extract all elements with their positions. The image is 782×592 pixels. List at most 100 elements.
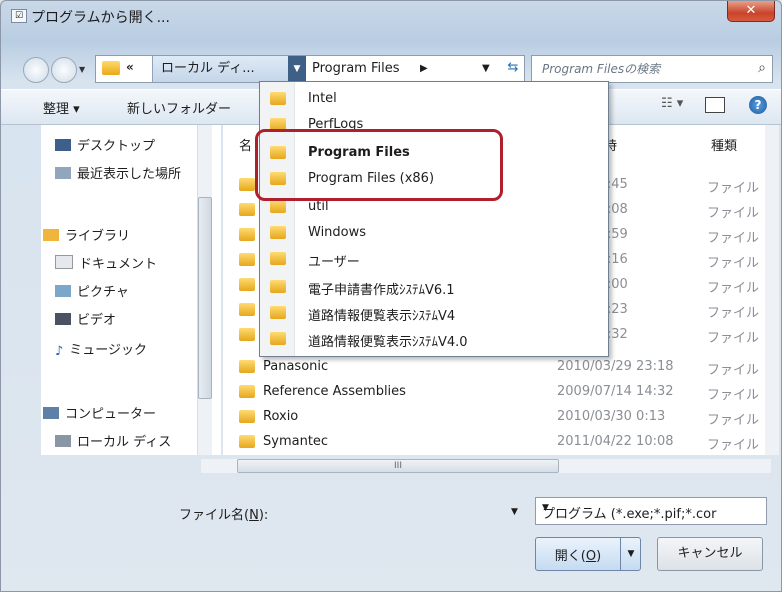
open-options-dropdown[interactable]: ▼ — [620, 538, 641, 570]
chevron-left-icon[interactable]: « — [126, 60, 134, 74]
dropdown-item-label: 電子申請書作成ｼｽﾃﾑV6.1 — [308, 283, 455, 298]
row-type: ファイル — [707, 181, 760, 196]
search-icon[interactable]: ⌕ — [758, 60, 766, 76]
table-row[interactable]: Symantec 2011/04/22 10:08 ファイル — [239, 430, 759, 455]
address-bar[interactable]: « ローカル ディ... ▼ Program Files ▶ ▼ — [95, 55, 525, 83]
music-icon: ♪ — [55, 344, 64, 359]
folder-icon — [239, 410, 255, 423]
dialog-icon: ☑ — [11, 9, 27, 23]
filename-label-suffix: ): — [258, 508, 269, 523]
desktop-icon — [55, 139, 71, 151]
breadcrumb-dropdown-button[interactable]: ▼ — [288, 56, 306, 82]
highlight-annotation — [255, 129, 503, 201]
dropdown-item-road-info-v40[interactable]: 道路情報便覧表示ｼｽﾃﾑV4.0 — [270, 326, 600, 352]
folder-icon — [239, 178, 255, 191]
recent-places-icon — [55, 167, 71, 179]
nav-item-libraries[interactable]: ライブラリ — [43, 225, 130, 244]
forward-button[interactable] — [51, 57, 77, 83]
file-type-select[interactable]: プログラム (*.exe;*.pif;*.cor ▼ — [535, 497, 767, 525]
nav-label: ドキュメント — [79, 257, 158, 272]
row-date: 2011/04/22 10:08 — [557, 434, 674, 449]
row-type: ファイル — [707, 363, 760, 378]
close-button[interactable]: ✕ — [727, 1, 775, 22]
open-label-suffix: ) — [596, 549, 602, 564]
videos-icon — [55, 313, 71, 325]
title-bar[interactable]: ☑ プログラムから開く... ✕ — [1, 1, 781, 33]
table-row[interactable]: Reference Assemblies 2009/07/14 14:32 ファイル — [239, 380, 759, 405]
dropdown-item-users[interactable]: ユーザー — [270, 246, 600, 272]
dropdown-item-label: ユーザー — [308, 255, 360, 270]
open-button[interactable]: 開く(O) ▼ — [535, 537, 641, 571]
search-input[interactable]: Program Filesの検索 ⌕ — [531, 55, 773, 83]
dropdown-item-windows[interactable]: Windows — [270, 220, 600, 246]
dropdown-item-label: 道路情報便覧表示ｼｽﾃﾑV4.0 — [308, 335, 468, 350]
row-type: ファイル — [707, 331, 760, 346]
filename-dropdown[interactable]: ▼ — [511, 507, 518, 517]
folder-icon — [239, 435, 255, 448]
table-row[interactable]: Roxio 2010/03/30 0:13 ファイル — [239, 405, 759, 430]
address-history-dropdown[interactable]: ▼ — [482, 56, 490, 82]
dropdown-item-label: 道路情報便覧表示ｼｽﾃﾑV4 — [308, 309, 456, 324]
folder-icon — [239, 360, 255, 373]
folder-icon — [239, 228, 255, 241]
library-icon — [43, 229, 59, 241]
nav-label: 最近表示した場所 — [77, 167, 182, 182]
nav-item-videos[interactable]: ビデオ — [55, 309, 116, 328]
column-header-type[interactable]: 種類 — [711, 135, 737, 154]
open-label-prefix: 開く( — [554, 549, 586, 564]
filename-label: ファイル名(N): — [179, 504, 268, 523]
row-type: ファイル — [707, 438, 760, 453]
preview-pane-icon[interactable] — [705, 97, 725, 113]
pictures-icon — [55, 285, 71, 297]
table-row[interactable]: Panasonic 2010/03/29 23:18 ファイル — [239, 355, 759, 380]
folder-icon — [239, 328, 255, 341]
dropdown-item-intel[interactable]: Intel — [270, 86, 600, 112]
chevron-down-icon: ▼ — [542, 503, 549, 513]
folder-icon — [239, 253, 255, 266]
refresh-icon[interactable]: ⇆ — [503, 57, 523, 79]
folder-icon — [239, 203, 255, 216]
nav-item-recent-places[interactable]: 最近表示した場所 — [55, 163, 181, 182]
row-type: ファイル — [707, 206, 760, 221]
new-folder-button[interactable]: 新しいフォルダー — [127, 98, 231, 117]
row-type: ファイル — [707, 231, 760, 246]
back-button[interactable] — [23, 57, 49, 83]
open-button-label: 開く(O) — [536, 545, 620, 564]
file-list-scrollbar[interactable] — [765, 125, 779, 455]
breadcrumb-local-disk[interactable]: ローカル ディ... — [152, 56, 298, 82]
row-date: 2010/03/30 0:13 — [557, 409, 666, 424]
nav-item-music[interactable]: ♪ ミュージック — [55, 339, 148, 359]
nav-label: ミュージック — [69, 343, 148, 358]
row-type: ファイル — [707, 281, 760, 296]
nav-label: コンピューター — [65, 407, 157, 422]
nav-item-local-disk[interactable]: ローカル ディス — [55, 431, 171, 450]
dropdown-item-label: Windows — [308, 225, 367, 240]
folder-icon — [239, 385, 255, 398]
folder-icon — [239, 278, 255, 291]
cancel-button[interactable]: キャンセル — [657, 537, 763, 571]
view-options-button[interactable]: ☷ ▾ — [661, 96, 683, 111]
filename-label-prefix: ファイル名( — [179, 508, 250, 523]
breadcrumb-program-files[interactable]: Program Files — [312, 56, 400, 82]
nav-item-computer[interactable]: コンピューター — [43, 403, 156, 422]
navigation-pane: デスクトップ 最近表示した場所 ライブラリ ドキュメント ピクチャ ビデオ ♪ ミ… — [41, 125, 221, 455]
nav-item-desktop[interactable]: デスクトップ — [55, 135, 155, 154]
nav-item-pictures[interactable]: ピクチャ — [55, 281, 129, 300]
folder-icon — [270, 306, 286, 319]
row-name: Roxio — [263, 409, 299, 424]
help-icon[interactable]: ? — [749, 96, 767, 114]
recent-locations-dropdown[interactable]: ▼ — [79, 65, 85, 74]
nav-label: ビデオ — [77, 313, 117, 328]
chevron-right-icon[interactable]: ▶ — [420, 56, 428, 82]
column-header-name[interactable]: 名 — [239, 135, 252, 154]
row-name: Reference Assemblies — [263, 384, 406, 399]
dropdown-item-e-application[interactable]: 電子申請書作成ｼｽﾃﾑV6.1 — [270, 274, 600, 300]
computer-icon — [43, 407, 59, 419]
nav-label: ピクチャ — [77, 285, 129, 300]
nav-item-documents[interactable]: ドキュメント — [55, 253, 157, 272]
filename-label-key: N — [249, 508, 259, 523]
horizontal-scrollbar-thumb[interactable]: III — [237, 459, 559, 473]
navigation-scrollbar-thumb[interactable] — [198, 197, 212, 399]
dropdown-item-road-info-v4[interactable]: 道路情報便覧表示ｼｽﾃﾑV4 — [270, 300, 600, 326]
organize-button[interactable]: 整理 ▾ — [43, 98, 80, 117]
